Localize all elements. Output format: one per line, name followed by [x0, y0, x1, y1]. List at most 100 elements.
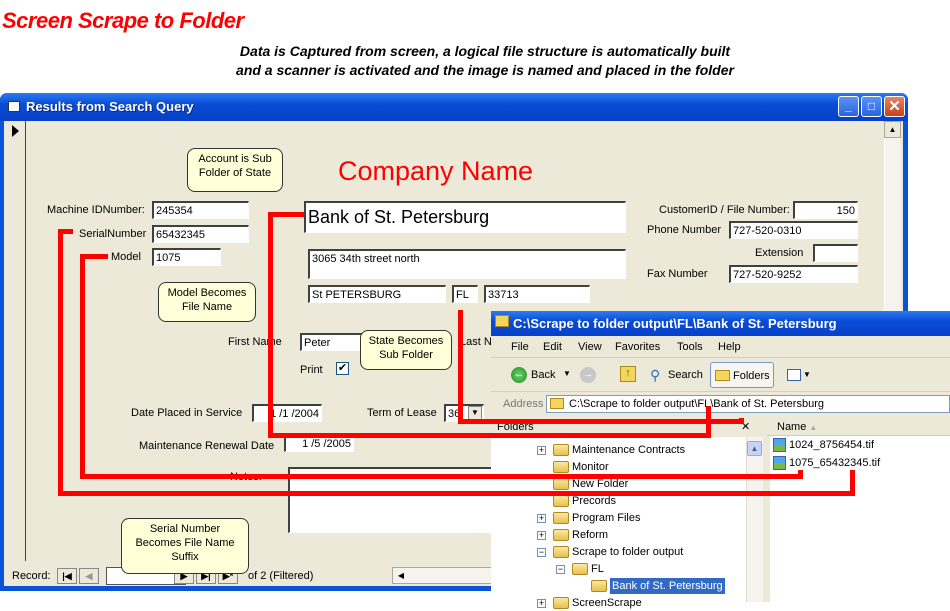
tree-item-label[interactable]: Bank of St. Petersburg — [610, 578, 725, 594]
folder-icon — [553, 444, 569, 456]
tree-scroll-up-icon[interactable]: ▲ — [747, 441, 762, 456]
model-field[interactable]: 1075 — [152, 248, 221, 266]
folder-icon — [553, 529, 569, 541]
print-checkbox[interactable]: ✔ — [336, 362, 349, 375]
record-count: of 2 (Filtered) — [248, 570, 314, 582]
connector-company — [268, 433, 710, 438]
page-title: Screen Scrape to Folder — [2, 8, 244, 33]
previous-record-button[interactable]: ◀ — [79, 568, 99, 584]
folder-icon — [495, 315, 509, 327]
search-button[interactable]: Search — [668, 369, 703, 381]
forward-arrow-icon[interactable]: → — [580, 367, 596, 383]
current-record-arrow-icon — [12, 125, 19, 137]
tree-item-label[interactable]: Program Files — [572, 510, 640, 526]
phone-field[interactable]: 727-520-0310 — [729, 221, 858, 239]
tif-image-icon — [773, 456, 786, 470]
connector-state — [739, 418, 744, 424]
expand-icon[interactable]: + — [537, 514, 546, 523]
customer-id-field[interactable]: 150 — [793, 201, 858, 219]
term-of-lease-label: Term of Lease — [367, 407, 437, 419]
folder-tree-scrollbar[interactable] — [746, 437, 763, 602]
collapse-icon[interactable]: − — [537, 548, 546, 557]
up-folder-icon[interactable]: ↑ — [620, 366, 636, 382]
fax-field[interactable]: 727-520-9252 — [729, 265, 858, 283]
menu-tools[interactable]: Tools — [677, 341, 703, 353]
close-button[interactable]: ✕ — [884, 96, 905, 117]
connector-company — [268, 212, 304, 217]
extension-label: Extension — [755, 247, 804, 259]
folder-icon — [553, 478, 569, 490]
fax-label: Fax Number — [647, 268, 708, 280]
tree-item-label[interactable]: ScreenScrape — [572, 595, 642, 611]
expand-icon[interactable]: + — [537, 599, 546, 608]
tif-image-icon — [773, 438, 786, 452]
first-record-button[interactable]: |◀ — [57, 568, 77, 584]
minimize-button[interactable]: _ — [838, 96, 859, 117]
tree-item-label[interactable]: Monitor — [572, 459, 609, 475]
menu-file[interactable]: File — [511, 341, 529, 353]
serial-number-label: SerialNumber — [79, 228, 147, 240]
collapse-icon[interactable]: − — [556, 565, 565, 574]
menu-edit[interactable]: Edit — [543, 341, 562, 353]
city-field[interactable]: St PETERSBURG — [308, 285, 446, 303]
sort-ascending-icon: ▲ — [809, 423, 818, 432]
tree-item-label[interactable]: FL — [591, 561, 604, 577]
connector-company — [268, 212, 273, 438]
tree-item-label[interactable]: Maintenance Contracts — [572, 442, 685, 458]
address-input[interactable]: C:\Scrape to folder output\FL\Bank of St… — [546, 395, 950, 413]
connector-model — [80, 254, 85, 479]
machine-id-field[interactable]: 245354 — [152, 201, 249, 219]
tree-item-label[interactable]: Scrape to folder output — [572, 544, 683, 560]
folder-icon — [553, 495, 569, 507]
folder-icon — [591, 580, 607, 592]
menu-favorites[interactable]: Favorites — [615, 341, 660, 353]
callout-state-subfolder: State Becomes Sub Folder — [360, 330, 452, 370]
phone-label: Phone Number — [647, 224, 721, 236]
menu-help[interactable]: Help — [718, 341, 741, 353]
views-dropdown-icon[interactable]: ▼ — [803, 370, 811, 379]
serial-number-field[interactable]: 65432345 — [152, 225, 249, 243]
folder-icon — [553, 512, 569, 524]
tree-item-label[interactable]: Reform — [572, 527, 608, 543]
company-name-heading: Company Name — [338, 156, 534, 186]
page-subtitle: Data is Captured from screen, a logical … — [190, 42, 780, 80]
name-column-header[interactable]: Name ▲ — [767, 418, 950, 436]
views-icon[interactable] — [787, 369, 801, 381]
expand-icon[interactable]: + — [537, 446, 546, 455]
file-item[interactable]: 1075_65432345.tif — [789, 457, 880, 469]
file-item[interactable]: 1024_8756454.tif — [789, 439, 874, 451]
record-selector[interactable] — [4, 121, 26, 561]
company-name-field[interactable]: Bank of St. Petersburg — [304, 201, 626, 233]
dropdown-arrow-icon[interactable]: ▼ — [468, 406, 482, 420]
name-column-label: Name — [777, 421, 807, 433]
date-placed-field[interactable]: 1 /1 /2004 — [252, 404, 322, 422]
date-placed-label: Date Placed in Service — [131, 407, 243, 419]
folders-label: Folders — [733, 370, 770, 382]
zip-field[interactable]: 33713 — [484, 285, 590, 303]
maximize-button[interactable]: □ — [861, 96, 882, 117]
extension-field[interactable] — [813, 244, 858, 262]
machine-id-label: Machine IDNumber: — [47, 204, 145, 216]
folder-icon — [572, 563, 588, 575]
back-arrow-icon[interactable]: ← — [511, 367, 527, 383]
subtitle-line-1: Data is Captured from screen, a logical … — [239, 43, 731, 59]
connector-serial — [58, 491, 854, 496]
folders-icon — [715, 370, 730, 381]
state-field[interactable]: FL — [452, 285, 478, 303]
renewal-date-label: Maintenance Renewal Date — [139, 440, 275, 452]
callout-model-filename: Model Becomes File Name — [158, 282, 256, 322]
customer-id-label: CustomerID / File Number: — [659, 204, 790, 216]
menu-view[interactable]: View — [578, 341, 602, 353]
back-button[interactable]: Back — [531, 369, 555, 381]
address-label: Address — [503, 398, 544, 410]
search-icon[interactable]: ⚲ — [650, 367, 660, 384]
connector-state — [458, 419, 743, 424]
address-field[interactable]: 3065 34th street north — [308, 249, 626, 279]
scroll-up-arrow-icon[interactable]: ▲ — [884, 121, 901, 138]
expand-icon[interactable]: + — [537, 531, 546, 540]
back-dropdown-icon[interactable]: ▼ — [563, 369, 571, 378]
callout-account-subfolder: Account is Sub Folder of State — [187, 148, 283, 192]
access-window-title: Results from Search Query — [26, 99, 194, 114]
scroll-left-arrow-icon[interactable]: ◀ — [394, 569, 408, 582]
explorer-title: C:\Scrape to folder output\FL\Bank of St… — [513, 316, 837, 331]
